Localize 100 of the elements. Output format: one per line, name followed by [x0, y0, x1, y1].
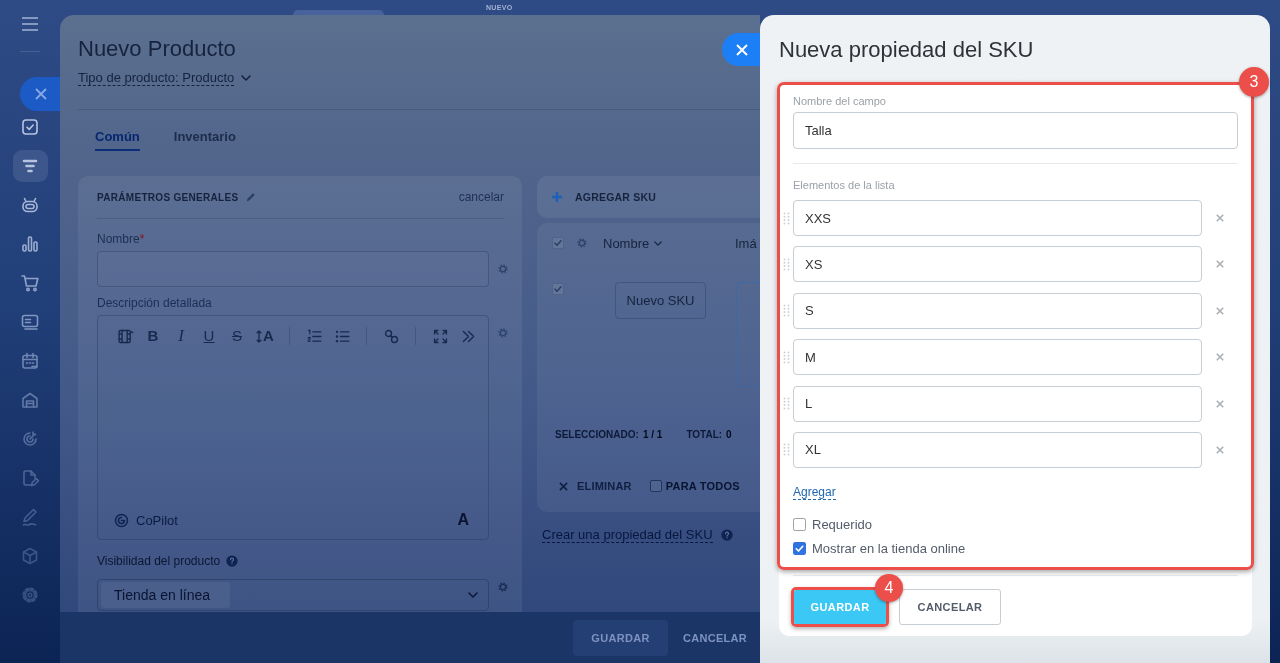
step-badge: 3	[1239, 67, 1269, 97]
total-count: 0	[726, 428, 732, 440]
text-editor[interactable]: B I U S A CoPilot A	[97, 315, 489, 540]
cart-icon	[20, 273, 40, 293]
help-icon[interactable]	[720, 529, 733, 541]
target-icon	[20, 429, 40, 449]
sku-name-input[interactable]: Nuevo SKU	[615, 282, 706, 319]
save-button[interactable]: GUARDAR	[573, 619, 668, 656]
remove-icon[interactable]	[1216, 353, 1224, 362]
font-size-button[interactable]: A	[251, 324, 279, 348]
settings-icon[interactable]	[497, 581, 509, 593]
product-title: Nuevo Producto	[78, 36, 236, 62]
drag-handle-icon[interactable]	[783, 350, 790, 364]
drag-handle-icon[interactable]	[783, 397, 790, 411]
plus-icon	[552, 192, 562, 202]
selected-tag[interactable]: Tienda en línea	[101, 582, 230, 608]
tab[interactable]: Inventario	[173, 110, 236, 151]
checkbox-label: Mostrar en la tienda online	[812, 541, 966, 557]
cancel-button[interactable]: CANCELAR	[899, 588, 1001, 625]
close-button[interactable]	[20, 77, 60, 111]
up-down-arrow-icon	[256, 329, 263, 343]
close-icon	[35, 88, 47, 100]
column-header[interactable]: Imá	[735, 235, 757, 251]
list-item-input[interactable]: XL	[793, 431, 1202, 468]
save-button[interactable]: GUARDAR	[794, 589, 886, 624]
add-link[interactable]: Agregar	[793, 484, 836, 500]
sidebar-item[interactable]	[12, 150, 48, 182]
settings-icon[interactable]	[497, 263, 509, 275]
remove-icon[interactable]	[1216, 306, 1224, 315]
list-item-input[interactable]: XS	[793, 246, 1202, 283]
robot-icon	[20, 195, 40, 215]
checkbox[interactable]	[552, 237, 564, 249]
field-label: Nombre	[97, 232, 140, 246]
remove-icon[interactable]	[1216, 399, 1224, 408]
chevron-down-icon[interactable]	[468, 592, 478, 598]
remove-icon[interactable]	[1216, 260, 1224, 269]
top-tab[interactable]	[293, 10, 384, 15]
strikethrough-button[interactable]: S	[223, 324, 251, 348]
close-icon	[736, 43, 748, 56]
product-type-selector[interactable]: Tipo de producto: Producto	[78, 70, 235, 86]
field-label: Elementos de la lista	[793, 178, 895, 192]
text-color-button[interactable]: A	[457, 511, 469, 529]
drag-handle-icon[interactable]	[783, 257, 790, 271]
name-input[interactable]	[97, 251, 489, 287]
section-title: PARÁMETROS GENERALES	[97, 191, 239, 203]
spiral-icon[interactable]	[114, 512, 129, 528]
warehouse-icon	[20, 390, 40, 410]
settings-icon[interactable]	[497, 327, 509, 339]
create-property-link[interactable]: Crear una propiedad del SKU	[542, 527, 713, 543]
field-label: Descripción detallada	[97, 296, 212, 310]
pencil-icon	[20, 507, 40, 527]
check-square-icon	[20, 117, 40, 137]
checkbox[interactable]	[793, 518, 806, 532]
cube-icon	[20, 546, 40, 566]
drag-handle-icon[interactable]	[783, 211, 790, 225]
cancel-button[interactable]: CANCELAR	[682, 619, 748, 656]
panel-title: Nueva propiedad del SKU	[779, 37, 1034, 63]
pencil-icon[interactable]	[246, 192, 257, 202]
menu-icon[interactable]	[21, 17, 39, 31]
selected-count: 1 / 1	[642, 428, 663, 440]
required-mark: *	[139, 232, 145, 246]
close-button[interactable]	[722, 33, 760, 66]
settings-icon[interactable]	[576, 237, 588, 249]
calendar-icon	[20, 351, 40, 371]
underline-button[interactable]: U	[195, 324, 223, 348]
checkbox[interactable]	[649, 480, 662, 492]
drag-handle-icon[interactable]	[783, 443, 790, 457]
fullscreen-icon[interactable]	[431, 327, 449, 345]
drag-handle-icon[interactable]	[783, 304, 790, 318]
add-sku-button[interactable]: AGREGAR SKU	[537, 176, 760, 218]
step-badge: 4	[875, 573, 903, 602]
column-header[interactable]: Nombre	[603, 235, 650, 251]
total-label: TOTAL:	[686, 428, 723, 440]
copilot-button[interactable]: CoPilot	[136, 512, 178, 528]
numbered-list-icon[interactable]	[305, 327, 323, 345]
link-icon[interactable]	[382, 327, 400, 345]
cancel-link[interactable]: cancelar	[458, 190, 504, 204]
chevron-down-icon[interactable]	[241, 75, 252, 81]
italic-button[interactable]: I	[167, 324, 195, 348]
checkbox[interactable]	[793, 542, 806, 556]
video-icon[interactable]	[116, 327, 134, 345]
list-item-input[interactable]: M	[793, 339, 1202, 376]
list-item-input[interactable]: L	[793, 385, 1202, 422]
visibility-select[interactable]: Tienda en línea	[97, 579, 489, 611]
list-item-input[interactable]: S	[793, 292, 1202, 329]
remove-icon[interactable]	[1216, 214, 1224, 222]
field-label: Nombre del campo	[793, 94, 886, 108]
document-edit-icon	[20, 468, 40, 488]
bold-button[interactable]: B	[139, 324, 167, 348]
remove-icon[interactable]	[1216, 445, 1224, 454]
list-item-input[interactable]: XXS	[793, 200, 1202, 236]
checkbox[interactable]	[552, 283, 564, 295]
cross-icon	[559, 481, 568, 491]
text-input[interactable]: Talla	[793, 112, 1238, 149]
field-label: Visibilidad del producto	[97, 554, 221, 568]
selected-count-label: SELECCIONADO:	[555, 428, 639, 440]
help-icon[interactable]	[226, 555, 239, 567]
tab[interactable]: Común	[95, 110, 140, 151]
chevron-down-icon[interactable]	[654, 240, 663, 246]
card-icon	[20, 312, 40, 332]
